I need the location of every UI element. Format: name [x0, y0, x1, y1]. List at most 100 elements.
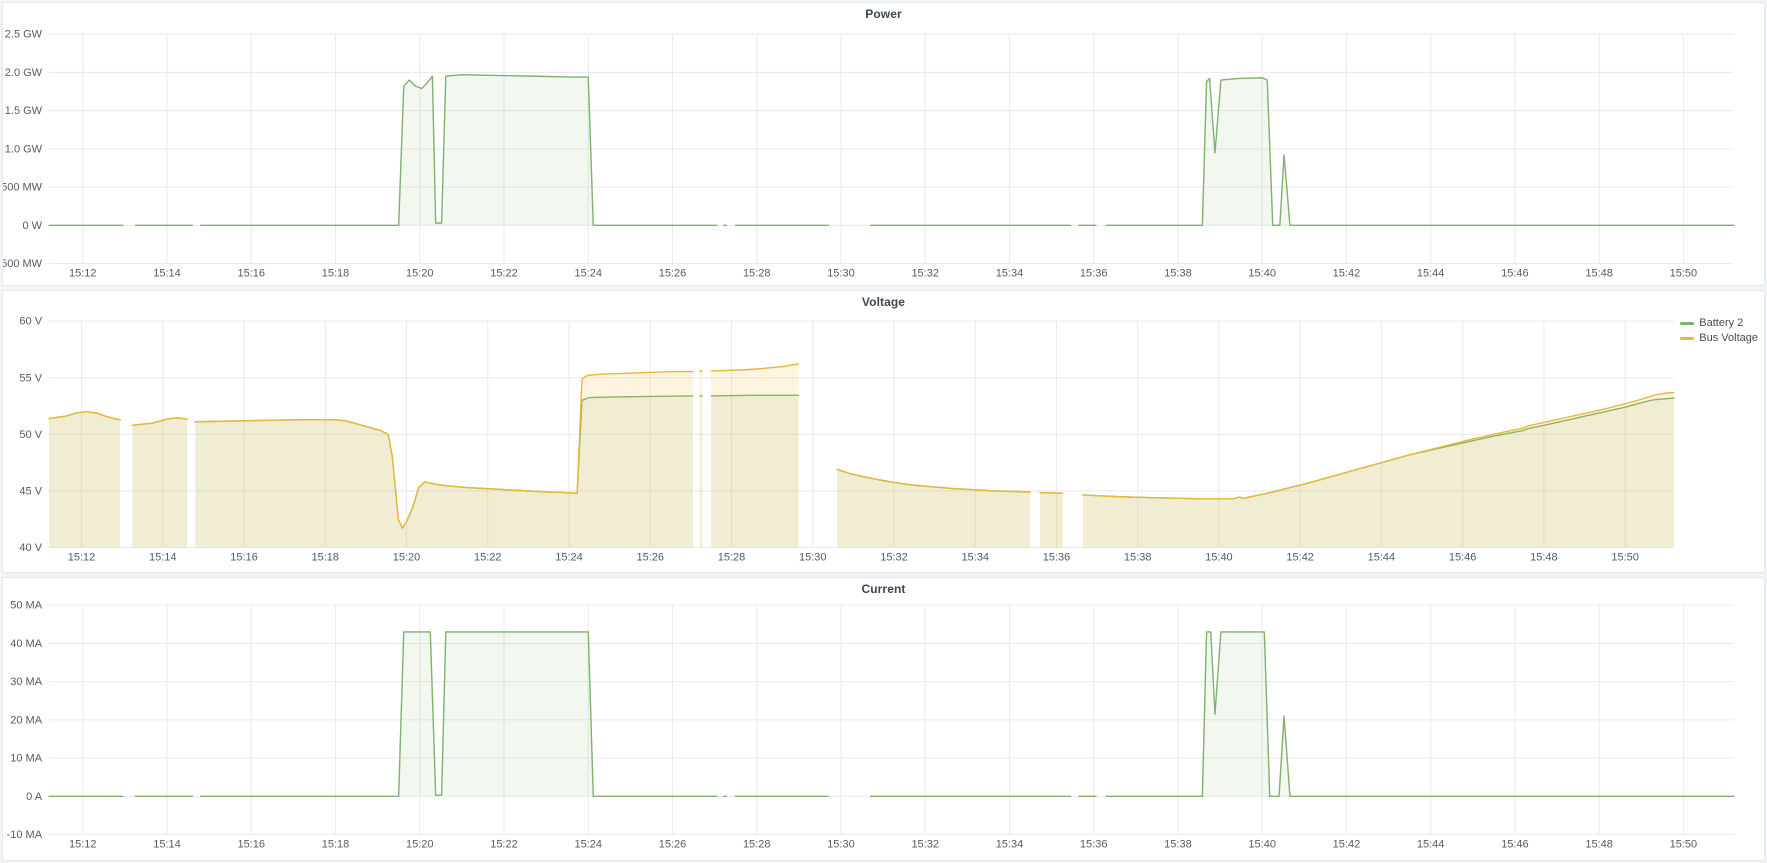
x-tick-label: 15:46 [1449, 551, 1477, 563]
panel-title-current[interactable]: Current [3, 582, 1764, 596]
y-tick-label: 40 MA [10, 638, 42, 650]
y-tick-label: -10 MA [7, 829, 43, 841]
x-tick-label: 15:40 [1248, 839, 1276, 851]
y-tick-label: 50 V [19, 429, 42, 441]
x-tick-label: 15:44 [1417, 268, 1445, 280]
x-tick-label: 15:42 [1286, 551, 1314, 563]
x-tick-label: 15:26 [636, 551, 664, 563]
legend-label-bus-voltage: Bus Voltage [1699, 332, 1758, 345]
y-tick-label: 40 V [19, 542, 42, 554]
battery-2-series-swatch [1680, 322, 1694, 325]
y-tick-label: 2.5 GW [5, 29, 43, 41]
series-line-current [1106, 632, 1734, 796]
series-fill-bus-voltage [700, 371, 702, 548]
x-tick-label: 15:24 [574, 268, 602, 280]
series-line-bus-voltage [1040, 492, 1062, 493]
series-fill-bus-voltage [1083, 392, 1674, 547]
legend-item-bus-voltage[interactable]: Bus Voltage [1680, 332, 1758, 345]
x-tick-label: 15:16 [237, 268, 265, 280]
x-tick-label: 15:28 [743, 839, 771, 851]
x-tick-label: 15:12 [69, 839, 97, 851]
x-tick-label: 15:40 [1248, 268, 1276, 280]
x-tick-label: 15:28 [718, 551, 746, 563]
series-fill-bus-voltage [195, 371, 693, 547]
x-tick-label: 15:50 [1670, 268, 1698, 280]
series-fill-bus-voltage [837, 469, 1030, 547]
y-tick-label: 55 V [19, 372, 42, 384]
x-tick-label: 15:32 [911, 268, 939, 280]
bus-voltage-series-swatch [1680, 337, 1694, 340]
series-fill-bus-voltage [1040, 492, 1062, 547]
x-tick-label: 15:24 [555, 551, 583, 563]
x-tick-label: 15:34 [996, 268, 1024, 280]
x-tick-label: 15:18 [312, 551, 340, 563]
x-tick-label: 15:20 [406, 839, 434, 851]
y-tick-label: 45 V [19, 485, 42, 497]
panel-voltage: Voltage 60 V 55 V 50 V 45 V 40 V 15:12 15:14 15… [2, 290, 1765, 574]
x-tick-label: 15:22 [474, 551, 502, 563]
current-chart[interactable]: 50 MA40 MA30 MA20 MA10 MA0 A-10 MA15:121… [3, 578, 1764, 860]
x-tick-label: 15:20 [406, 268, 434, 280]
panel-power: Power 2.5 GW2.0 GW1.5 GW1.0 GW500 MW0 W-… [2, 2, 1765, 286]
x-tick-label: 15:34 [961, 551, 989, 563]
y-tick-label: 1.0 GW [5, 143, 43, 155]
series-fill-power [201, 75, 717, 226]
legend: Battery 2 Bus Voltage [1680, 317, 1758, 345]
x-tick-label: 15:28 [743, 268, 771, 280]
x-tick-label: 15:18 [322, 268, 350, 280]
y-tick-label: 0 A [26, 791, 43, 803]
panel-title-voltage[interactable]: Voltage [3, 295, 1764, 309]
y-tick-label: 30 MA [10, 676, 42, 688]
x-tick-label: 15:18 [322, 839, 350, 851]
y-tick-label: 2.0 GW [5, 67, 43, 79]
y-tick-label: 50 MA [10, 600, 42, 612]
y-tick-label: 10 MA [10, 753, 42, 765]
x-tick-label: 15:14 [149, 551, 177, 563]
x-tick-label: 15:36 [1080, 268, 1108, 280]
x-tick-label: 15:12 [68, 551, 96, 563]
series-fill-power [1106, 78, 1734, 226]
y-tick-label: -500 MW [3, 258, 43, 270]
x-tick-label: 15:22 [490, 839, 518, 851]
x-tick-label: 15:44 [1368, 551, 1396, 563]
x-tick-label: 15:48 [1585, 839, 1613, 851]
x-tick-label: 15:32 [880, 551, 908, 563]
power-chart[interactable]: 2.5 GW2.0 GW1.5 GW1.0 GW500 MW0 W-500 MW… [3, 3, 1764, 285]
x-tick-label: 15:40 [1205, 551, 1233, 563]
x-tick-label: 15:14 [153, 268, 181, 280]
y-tick-label: 60 V [19, 315, 42, 327]
x-tick-label: 15:50 [1670, 839, 1698, 851]
x-tick-label: 15:22 [490, 268, 518, 280]
x-tick-label: 15:36 [1080, 839, 1108, 851]
series-fill-bus-voltage [711, 364, 798, 547]
x-tick-label: 15:14 [153, 839, 181, 851]
x-tick-label: 15:38 [1164, 268, 1192, 280]
series-fill-current [201, 632, 717, 796]
series-fill-current [1106, 632, 1734, 796]
x-tick-label: 15:46 [1501, 839, 1529, 851]
y-tick-label: 1.5 GW [5, 105, 43, 117]
panel-current: Current 50 MA40 MA30 MA20 MA10 MA0 A-10 … [2, 577, 1765, 861]
x-tick-label: 15:26 [659, 839, 687, 851]
x-tick-label: 15:36 [1043, 551, 1071, 563]
x-tick-label: 15:30 [827, 839, 855, 851]
series-fill-bus-voltage [132, 418, 187, 548]
x-tick-label: 15:48 [1530, 551, 1558, 563]
legend-label-battery-2: Battery 2 [1699, 317, 1743, 330]
x-tick-label: 15:34 [996, 839, 1024, 851]
panel-title-power[interactable]: Power [3, 7, 1764, 21]
y-tick-label: 0 W [22, 220, 42, 232]
x-tick-label: 15:42 [1333, 839, 1361, 851]
voltage-chart[interactable]: 60 V 55 V 50 V 45 V 40 V 15:12 15:14 15:16 15:18… [3, 291, 1764, 573]
dashboard: Power 2.5 GW2.0 GW1.5 GW1.0 GW500 MW0 W-… [0, 0, 1767, 863]
series-line-power [1106, 78, 1734, 226]
x-tick-label: 15:46 [1501, 268, 1529, 280]
legend-item-battery-2[interactable]: Battery 2 [1680, 317, 1758, 330]
x-tick-label: 15:44 [1417, 839, 1445, 851]
x-tick-label: 15:30 [799, 551, 827, 563]
x-tick-label: 15:42 [1333, 268, 1361, 280]
x-tick-label: 15:50 [1611, 551, 1639, 563]
x-tick-label: 15:16 [230, 551, 258, 563]
series-fill-bus-voltage [49, 411, 120, 547]
x-tick-label: 15:48 [1585, 268, 1613, 280]
